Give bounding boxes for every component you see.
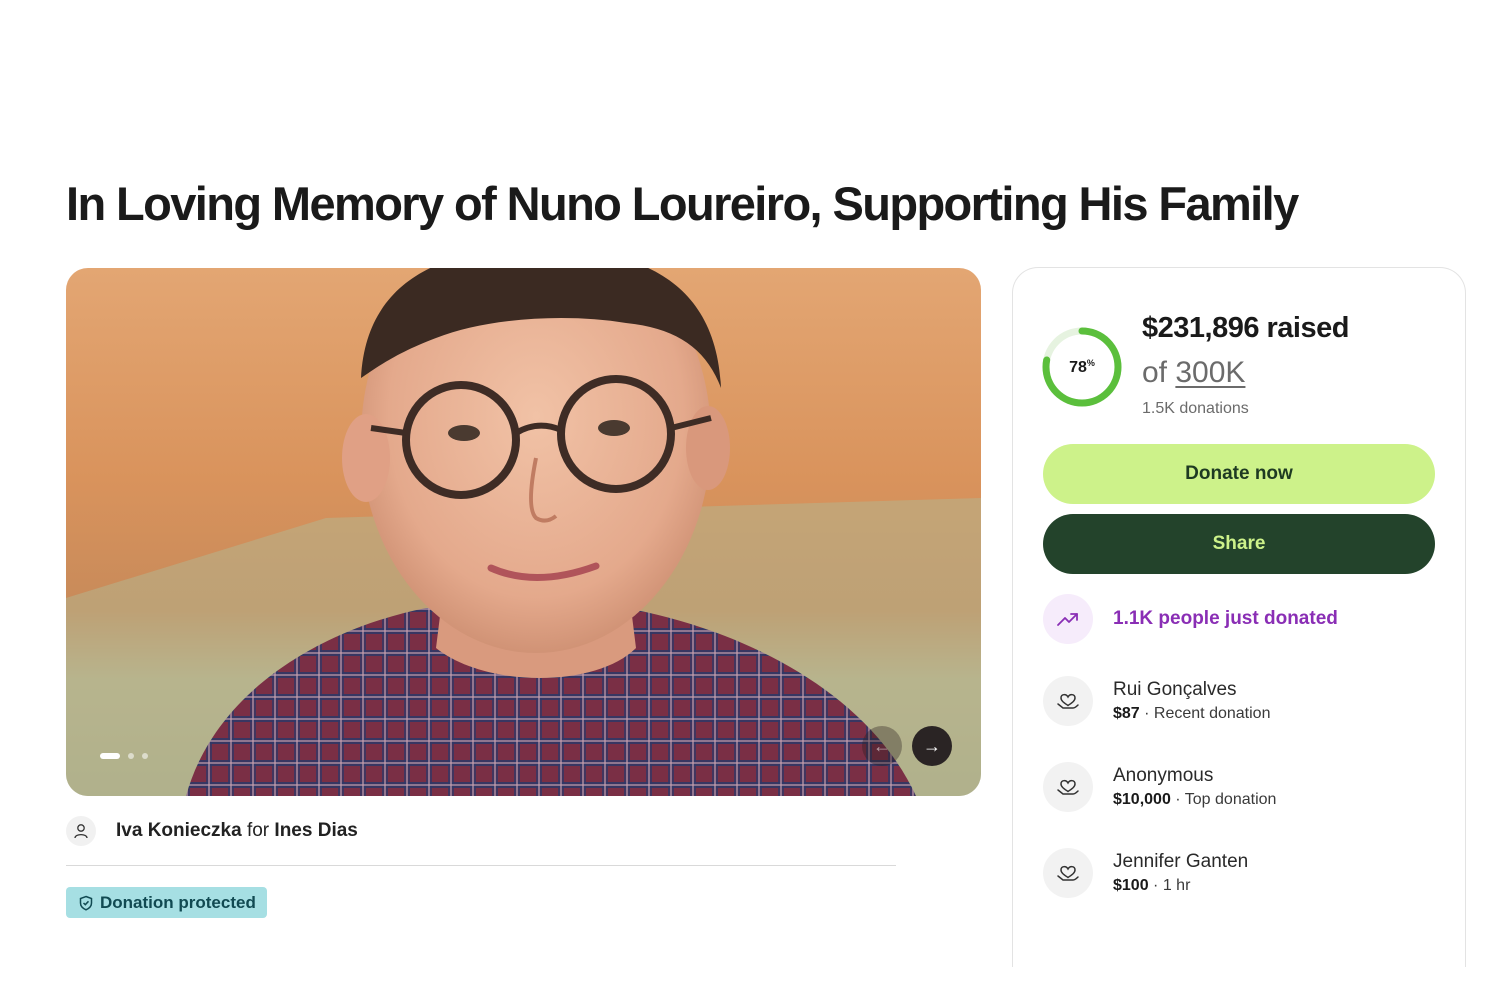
goal-prefix: of <box>1142 356 1168 389</box>
arrow-right-icon: → <box>923 735 941 756</box>
donation-card: 78% $231,896 raised of 300K 1.5K donatio… <box>1012 267 1466 967</box>
beneficiary-name[interactable]: Ines Dias <box>274 820 357 841</box>
carousel-dot[interactable] <box>142 753 148 759</box>
hero-carousel[interactable]: ← → <box>66 268 981 796</box>
arrow-left-icon: ← <box>873 735 891 756</box>
donor-name: Anonymous <box>1113 765 1214 786</box>
organizer-name[interactable]: Iva Konieczka <box>116 820 242 841</box>
progress-percent: 78 <box>1069 359 1087 376</box>
donor-amount: $87 <box>1113 705 1140 722</box>
amount-raised: $231,896 raised <box>1142 312 1349 344</box>
donor-note: · 1 hr <box>1153 877 1191 894</box>
donor-name: Rui Gonçalves <box>1113 679 1237 700</box>
donor-item: Rui Gonçalves $87 · Recent donation <box>1043 672 1270 730</box>
donor-note: · Top donation <box>1175 791 1277 808</box>
progress-ring: 78% <box>1042 327 1122 407</box>
donor-name: Jennifer Ganten <box>1113 851 1249 872</box>
carousel-dot[interactable] <box>128 753 134 759</box>
carousel-prev-button[interactable]: ← <box>862 726 902 766</box>
donor-item: Jennifer Ganten $100 · 1 hr <box>1043 844 1248 902</box>
badge-label: Donation protected <box>100 892 256 912</box>
portrait-photo <box>66 268 981 796</box>
shield-icon <box>79 895 93 911</box>
progress-percent-sign: % <box>1087 358 1095 368</box>
recent-activity[interactable]: 1.1K people just donated <box>1043 592 1338 646</box>
heart-hand-icon <box>1043 848 1093 898</box>
activity-text: 1.1K people just donated <box>1113 608 1338 629</box>
svg-text:78%: 78% <box>1069 358 1095 376</box>
page-title: In Loving Memory of Nuno Loureiro, Suppo… <box>66 177 1299 230</box>
heart-hand-icon <box>1043 762 1093 812</box>
trending-up-icon <box>1043 594 1093 644</box>
goal-value[interactable]: 300K <box>1175 356 1245 389</box>
heart-hand-icon <box>1043 676 1093 726</box>
donor-item: Anonymous $10,000 · Top donation <box>1043 758 1276 816</box>
donation-count: 1.5K donations <box>1142 400 1249 417</box>
organizer-connector: for <box>246 820 270 841</box>
donor-note: · Recent donation <box>1144 705 1271 722</box>
donation-protected-badge[interactable]: Donation protected <box>66 887 267 918</box>
carousel-next-button[interactable]: → <box>912 726 952 766</box>
organizer-row: Iva Konieczka for Ines Dias <box>66 815 358 847</box>
share-button[interactable]: Share <box>1043 514 1435 574</box>
donor-amount: $10,000 <box>1113 791 1171 808</box>
user-icon <box>66 816 96 846</box>
divider <box>66 865 896 866</box>
carousel-dot[interactable] <box>100 753 120 759</box>
goal-amount: of 300K <box>1142 356 1245 390</box>
donate-now-button[interactable]: Donate now <box>1043 444 1435 504</box>
carousel-dots[interactable] <box>100 753 148 759</box>
donor-amount: $100 <box>1113 877 1149 894</box>
